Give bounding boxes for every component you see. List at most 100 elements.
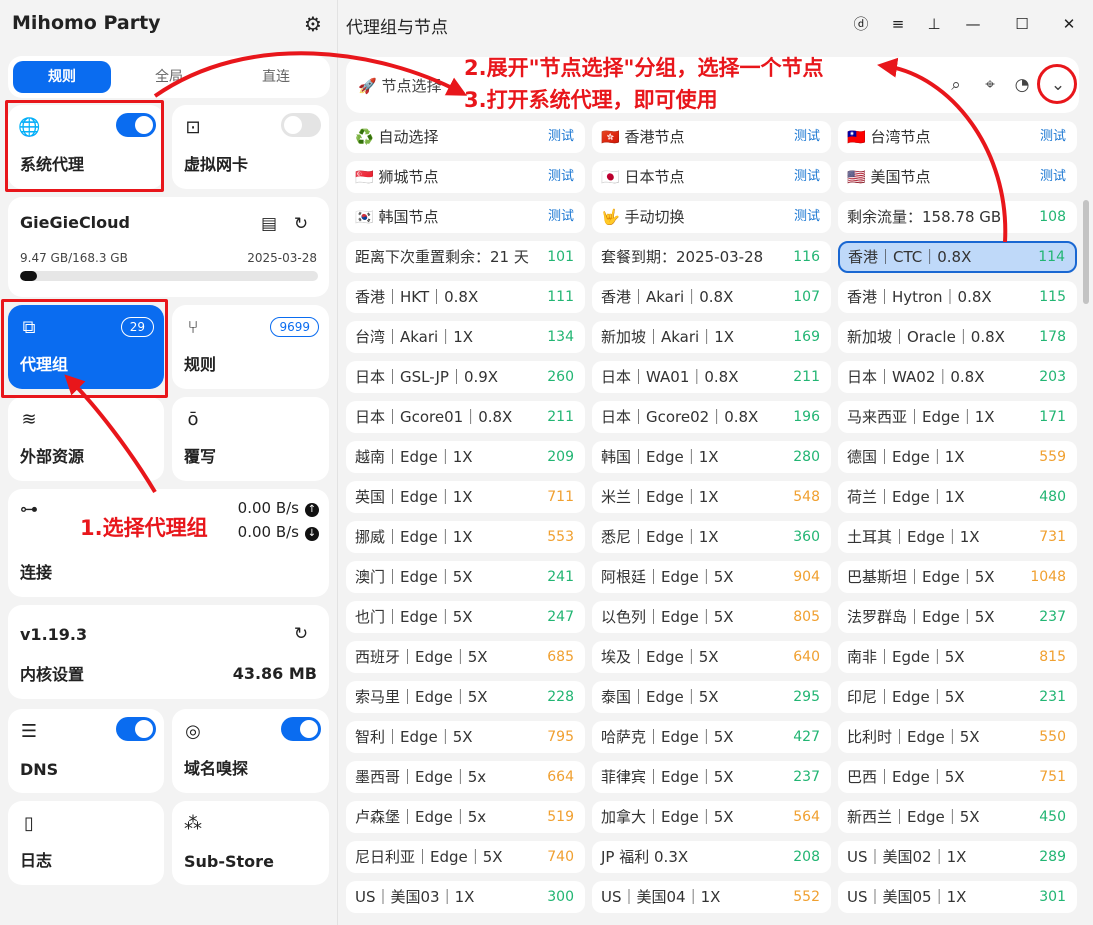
node-item[interactable]: 以色列｜Edge｜5X 805 <box>592 601 831 633</box>
node-item[interactable]: 新西兰｜Edge｜5X 450 <box>838 801 1077 833</box>
node-item[interactable]: 台湾｜Akari｜1X 134 <box>346 321 585 353</box>
node-item[interactable]: 巴基斯坦｜Edge｜5X 1048 <box>838 561 1077 593</box>
chevron-down-icon[interactable]: ⌄ <box>1046 73 1070 97</box>
node-item[interactable]: 埃及｜Edge｜5X 640 <box>592 641 831 673</box>
group-item[interactable]: 🇰🇷 韩国节点 测试 <box>346 201 585 233</box>
test-button[interactable]: 测试 <box>794 121 820 153</box>
node-item[interactable]: 哈萨克｜Edge｜5X 427 <box>592 721 831 753</box>
rules-card[interactable]: ⑂ 9699 规则 <box>172 305 329 389</box>
node-item[interactable]: 比利时｜Edge｜5X 550 <box>838 721 1077 753</box>
node-item[interactable]: 越南｜Edge｜1X 209 <box>346 441 585 473</box>
test-button[interactable]: 测试 <box>548 161 574 193</box>
node-item[interactable]: 西班牙｜Edge｜5X 685 <box>346 641 585 673</box>
node-item[interactable]: 新加坡｜Akari｜1X 169 <box>592 321 831 353</box>
system-proxy-card[interactable]: 🌐 系统代理 <box>8 105 164 189</box>
group-item[interactable]: 🇸🇬 狮城节点 测试 <box>346 161 585 193</box>
group-item[interactable]: 🇭🇰 香港节点 测试 <box>592 121 831 153</box>
test-button[interactable]: 测试 <box>1040 161 1066 193</box>
node-item-selected[interactable]: 香港｜CTC｜0.8X 114 <box>838 241 1077 273</box>
node-item[interactable]: 香港｜HKT｜0.8X 111 <box>346 281 585 313</box>
node-item[interactable]: 米兰｜Edge｜1X 548 <box>592 481 831 513</box>
dns-card[interactable]: ☰ DNS <box>8 709 164 793</box>
node-item[interactable]: 也门｜Edge｜5X 247 <box>346 601 585 633</box>
node-item[interactable]: 印尼｜Edge｜5X 231 <box>838 681 1077 713</box>
dns-toggle[interactable] <box>116 717 156 741</box>
node-item[interactable]: 法罗群岛｜Edge｜5X 237 <box>838 601 1077 633</box>
node-item[interactable]: 香港｜Akari｜0.8X 107 <box>592 281 831 313</box>
node-item[interactable]: 日本｜WA01｜0.8X 211 <box>592 361 831 393</box>
node-item[interactable]: 剩余流量：158.78 GB 108 <box>838 201 1077 233</box>
node-item[interactable]: 距离下次重置剩余：21 天 101 <box>346 241 585 273</box>
node-item[interactable]: 土耳其｜Edge｜1X 731 <box>838 521 1077 553</box>
node-item[interactable]: 南非｜Egde｜5X 815 <box>838 641 1077 673</box>
refresh-icon[interactable]: ↻ <box>290 623 312 645</box>
close-icon[interactable]: ✕ <box>1056 12 1082 36</box>
node-item[interactable]: 悉尼｜Edge｜1X 360 <box>592 521 831 553</box>
node-item[interactable]: 香港｜Hytron｜0.8X 115 <box>838 281 1077 313</box>
node-item[interactable]: 新加坡｜Oracle｜0.8X 178 <box>838 321 1077 353</box>
node-item[interactable]: 澳门｜Edge｜5X 241 <box>346 561 585 593</box>
system-proxy-toggle[interactable] <box>116 113 156 137</box>
core-card[interactable]: v1.19.3 ↻ 内核设置 43.86 MB <box>8 605 329 699</box>
group-item[interactable]: ♻️ 自动选择 测试 <box>346 121 585 153</box>
connections-card[interactable]: ⊶ 0.00 B/s ↑ 0.00 B/s ↓ 连接 <box>8 489 329 597</box>
node-item[interactable]: 德国｜Edge｜1X 559 <box>838 441 1077 473</box>
node-item[interactable]: US｜美国02｜1X 289 <box>838 841 1077 873</box>
search-icon[interactable]: ⌕ <box>944 73 968 97</box>
test-button[interactable]: 测试 <box>794 201 820 233</box>
node-item[interactable]: 荷兰｜Edge｜1X 480 <box>838 481 1077 513</box>
mode-direct[interactable]: 直连 <box>227 61 325 93</box>
node-item[interactable]: 加拿大｜Edge｜5X 564 <box>592 801 831 833</box>
node-item[interactable]: 阿根廷｜Edge｜5X 904 <box>592 561 831 593</box>
tun-toggle[interactable] <box>281 113 321 137</box>
sniff-card[interactable]: ◎ 域名嗅探 <box>172 709 329 793</box>
tun-card[interactable]: ⊡ 虚拟网卡 <box>172 105 329 189</box>
override-card[interactable]: ō 覆写 <box>172 397 329 481</box>
group-header-node-select[interactable]: 🚀 节点选择 ⌕ ⌖ ◔ ⌄ <box>346 57 1079 113</box>
node-item[interactable]: 日本｜GSL-JP｜0.9X 260 <box>346 361 585 393</box>
node-item[interactable]: 日本｜Gcore02｜0.8X 196 <box>592 401 831 433</box>
proxy-groups-card[interactable]: ⧉ 29 代理组 <box>8 305 164 389</box>
maximize-icon[interactable]: ☐ <box>1009 12 1035 36</box>
node-item[interactable]: 巴西｜Edge｜5X 751 <box>838 761 1077 793</box>
node-item[interactable]: 泰国｜Edge｜5X 295 <box>592 681 831 713</box>
node-item[interactable]: US｜美国03｜1X 300 <box>346 881 585 913</box>
node-item[interactable]: 菲律宾｜Edge｜5X 237 <box>592 761 831 793</box>
test-button[interactable]: 测试 <box>794 161 820 193</box>
scrollbar[interactable] <box>1083 200 1089 304</box>
node-item[interactable]: 日本｜Gcore01｜0.8X 211 <box>346 401 585 433</box>
node-item[interactable]: 墨西哥｜Edge｜5x 664 <box>346 761 585 793</box>
mode-rule[interactable]: 规则 <box>13 61 111 93</box>
test-button[interactable]: 测试 <box>548 201 574 233</box>
file-icon[interactable]: ▤ <box>258 213 280 235</box>
locate-icon[interactable]: ⌖ <box>978 73 1002 97</box>
logs-card[interactable]: ▯ 日志 <box>8 801 164 885</box>
substore-card[interactable]: ⁂ Sub-Store <box>172 801 329 885</box>
gear-icon[interactable]: ⚙ <box>302 13 324 35</box>
node-item[interactable]: 日本｜WA02｜0.8X 203 <box>838 361 1077 393</box>
node-item[interactable]: JP 福利 0.3X 208 <box>592 841 831 873</box>
node-item[interactable]: US｜美国05｜1X 301 <box>838 881 1077 913</box>
node-item[interactable]: 套餐到期：2025-03-28 116 <box>592 241 831 273</box>
speed-icon[interactable]: ◔ <box>1010 73 1034 97</box>
group-item[interactable]: 🇯🇵 日本节点 测试 <box>592 161 831 193</box>
node-item[interactable]: US｜美国04｜1X 552 <box>592 881 831 913</box>
node-item[interactable]: 卢森堡｜Edge｜5x 519 <box>346 801 585 833</box>
info-icon[interactable]: ⓓ <box>848 12 874 36</box>
resources-card[interactable]: ≋ 外部资源 <box>8 397 164 481</box>
refresh-icon[interactable]: ↻ <box>290 213 312 235</box>
minimize-icon[interactable]: — <box>960 12 986 36</box>
node-item[interactable]: 韩国｜Edge｜1X 280 <box>592 441 831 473</box>
menu-icon[interactable]: ≡ <box>885 12 911 36</box>
test-button[interactable]: 测试 <box>1040 121 1066 153</box>
test-button[interactable]: 测试 <box>548 121 574 153</box>
subscription-card[interactable]: GieGieCloud ▤ ↻ 9.47 GB/168.3 GB 2025-03… <box>8 197 329 297</box>
pin-icon[interactable]: ⊥ <box>921 12 947 36</box>
mode-global[interactable]: 全局 <box>120 61 218 93</box>
group-item[interactable]: 🤟 手动切换 测试 <box>592 201 831 233</box>
node-item[interactable]: 智利｜Edge｜5X 795 <box>346 721 585 753</box>
node-item[interactable]: 索马里｜Edge｜5X 228 <box>346 681 585 713</box>
node-item[interactable]: 尼日利亚｜Edge｜5X 740 <box>346 841 585 873</box>
node-item[interactable]: 挪威｜Edge｜1X 553 <box>346 521 585 553</box>
group-item[interactable]: 🇹🇼 台湾节点 测试 <box>838 121 1077 153</box>
